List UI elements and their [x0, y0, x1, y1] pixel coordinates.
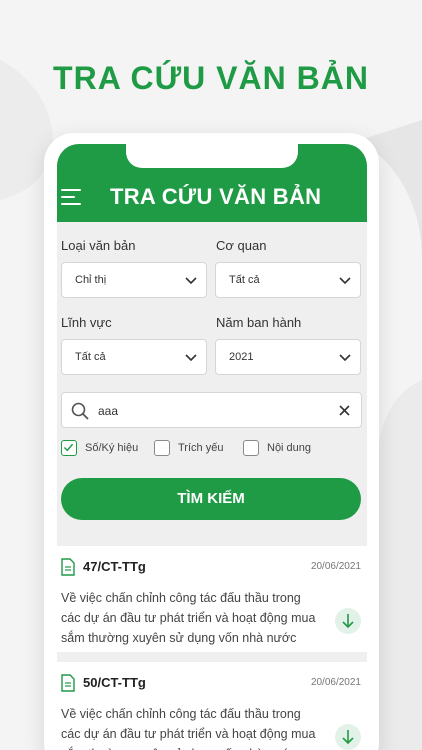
document-icon [61, 674, 75, 692]
document-icon [61, 558, 75, 576]
doc-type-value: Chỉ thị [75, 274, 107, 286]
hamburger-menu-icon[interactable] [61, 188, 83, 206]
year-select[interactable]: 2021 [215, 339, 361, 375]
phone-notch [126, 144, 298, 168]
result-description: Về việc chấn chỉnh công tác đấu thầu tro… [61, 707, 316, 750]
search-form: Loại văn bản Chỉ thị Cơ quan Tất cả Lĩnh… [57, 222, 367, 552]
result-code: 50/CT-TTg [83, 675, 146, 690]
doc-type-select[interactable]: Chỉ thị [61, 262, 207, 298]
result-date: 20/06/2021 [310, 561, 361, 572]
download-button[interactable] [335, 608, 361, 634]
checkbox-label: Trích yếu [178, 442, 224, 454]
agency-label: Cơ quan [216, 238, 267, 253]
app-bar: TRA CỨU VĂN BẢN [57, 144, 367, 222]
checkbox-label: Nội dung [267, 442, 312, 454]
doc-type-label: Loại văn bản [61, 238, 136, 253]
search-box [61, 392, 362, 428]
result-card[interactable]: 50/CT-TTg 20/06/2021 Về việc chấn chỉnh … [57, 662, 367, 750]
close-icon[interactable] [338, 404, 351, 417]
agency-select[interactable]: Tất cả [215, 262, 361, 298]
year-value: 2021 [229, 351, 254, 363]
checkbox-box [154, 440, 170, 456]
chevron-down-icon [185, 354, 197, 362]
field-select[interactable]: Tất cả [61, 339, 207, 375]
checkbox-box [61, 440, 77, 456]
result-description: Về việc chấn chỉnh công tác đấu thầu tro… [61, 591, 316, 645]
search-icon [71, 402, 89, 420]
search-button[interactable]: TÌM KIẾM [61, 478, 361, 520]
download-arrow-icon [342, 730, 354, 745]
chevron-down-icon [185, 277, 197, 285]
app-bar-title: TRA CỨU VĂN BẢN [110, 184, 322, 209]
result-card[interactable]: 47/CT-TTg 20/06/2021 Về việc chấn chỉnh … [57, 546, 367, 652]
chevron-down-icon [339, 277, 351, 285]
download-button[interactable] [335, 724, 361, 750]
checkmark-icon [63, 443, 74, 452]
promo-title: TRA CỨU VĂN BẢN [53, 60, 369, 96]
download-arrow-icon [342, 614, 354, 629]
search-scope-checkboxes: Số/Ký hiệu Trích yếu Nội dung [61, 440, 361, 458]
result-code: 47/CT-TTg [83, 559, 146, 574]
field-value: Tất cả [75, 351, 106, 363]
agency-value: Tất cả [229, 274, 260, 286]
search-input[interactable] [98, 401, 328, 421]
result-date: 20/06/2021 [310, 677, 361, 688]
chevron-down-icon [339, 354, 351, 362]
app-screen: TRA CỨU VĂN BẢN Loại văn bản Chỉ thị Cơ … [57, 144, 367, 750]
checkbox-box [243, 440, 259, 456]
checkbox-label: Số/Ký hiệu [85, 442, 139, 454]
field-label: Lĩnh vực [61, 315, 112, 330]
year-label: Năm ban hành [216, 315, 302, 330]
